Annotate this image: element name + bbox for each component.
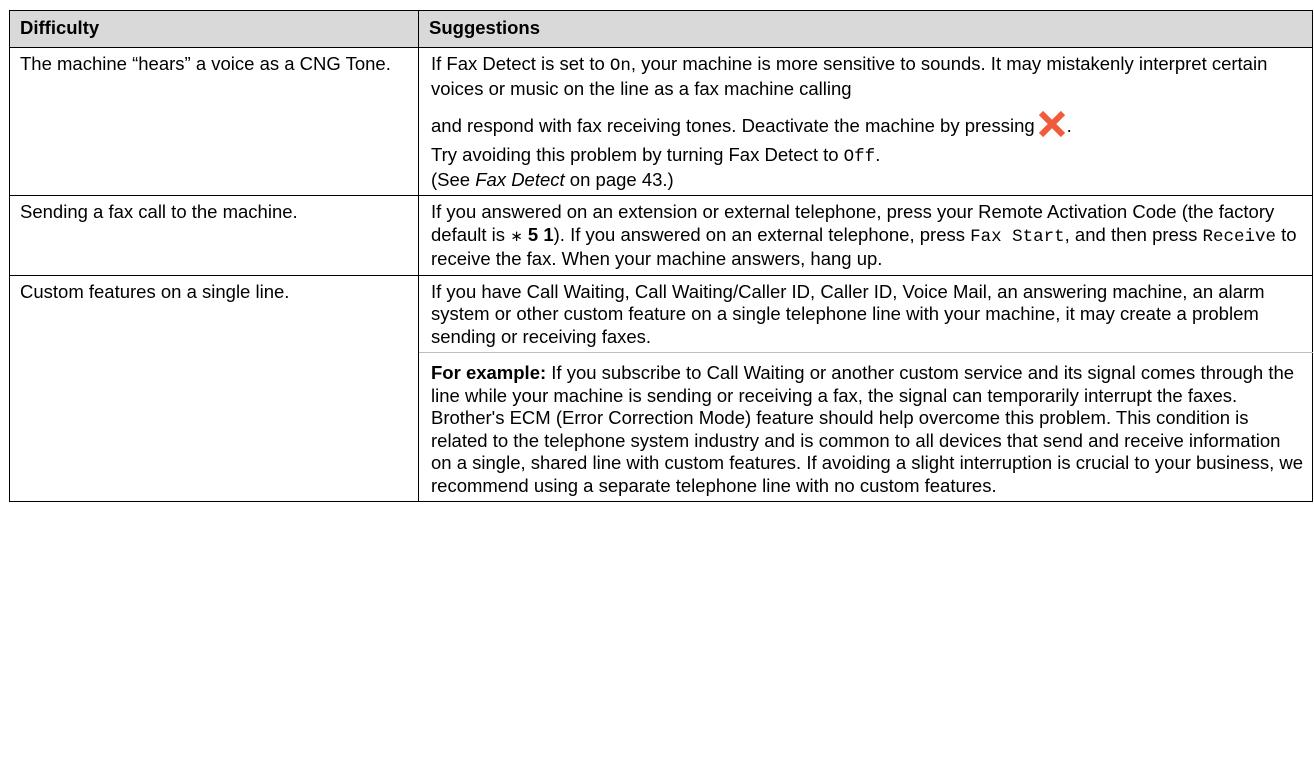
- suggestion-text: (See: [431, 168, 476, 190]
- suggestion-text: and respond with fax receiving tones. De…: [431, 115, 1035, 136]
- header-difficulty: Difficulty: [9, 10, 419, 48]
- suggestion-line: If Fax Detect is set to On, your machine…: [431, 53, 1304, 100]
- table-row: Custom features on a single line. If you…: [9, 274, 1313, 502]
- suggestion-cell: For example: If you subscribe to Call Wa…: [418, 352, 1313, 502]
- receive-key: Receive: [1202, 226, 1276, 247]
- setting-value-on: On: [609, 56, 631, 76]
- suggestion-text: on page 43.): [564, 168, 674, 190]
- difficulty-cell: Custom features on a single line.: [9, 274, 419, 502]
- setting-value-off: Off: [843, 147, 876, 167]
- difficulty-cell: The machine “hears” a voice as a CNG Ton…: [9, 47, 419, 196]
- manual-page: Difficulty Suggestions The machine “hear…: [0, 0, 1314, 769]
- stop-x-icon: [1036, 109, 1067, 139]
- suggestion-text: ). If you answered on an external teleph…: [553, 223, 971, 245]
- difficulty-cell: Sending a fax call to the machine.: [9, 195, 419, 276]
- star-key-symbol: ∗: [510, 226, 523, 245]
- suggestion-cell: If you have Call Waiting, Call Waiting/C…: [418, 274, 1313, 353]
- activation-code: 5 1: [522, 223, 554, 245]
- suggestion-cell: If you answered on an extension or exter…: [418, 195, 1313, 276]
- suggestion-text: If Fax Detect is set to: [431, 53, 610, 74]
- suggestion-text: Try avoiding this problem by turning Fax…: [431, 144, 844, 165]
- table-row: The machine “hears” a voice as a CNG Ton…: [9, 47, 1313, 196]
- header-suggestions: Suggestions: [418, 10, 1313, 48]
- suggestion-cell: If Fax Detect is set to On, your machine…: [418, 47, 1313, 196]
- suggestion-text: If you subscribe to Call Waiting or anot…: [431, 362, 1304, 496]
- suggestion-line: Try avoiding this problem by turning Fax…: [431, 144, 1304, 169]
- example-label: For example:: [431, 362, 547, 383]
- table-row: Sending a fax call to the machine. If yo…: [9, 195, 1313, 276]
- fax-start-key: Fax Start: [970, 226, 1065, 247]
- troubleshooting-table: Difficulty Suggestions The machine “hear…: [9, 10, 1313, 502]
- table-header-row: Difficulty Suggestions: [9, 10, 1313, 48]
- cross-reference: Fax Detect: [475, 168, 565, 190]
- suggestion-text: .: [1066, 115, 1072, 136]
- suggestion-text: , and then press: [1064, 223, 1203, 245]
- suggestion-line: and respond with fax receiving tones. De…: [431, 109, 1304, 141]
- suggestion-text: .: [875, 144, 881, 165]
- suggestion-line: (See Fax Detect on page 43.): [431, 169, 1304, 192]
